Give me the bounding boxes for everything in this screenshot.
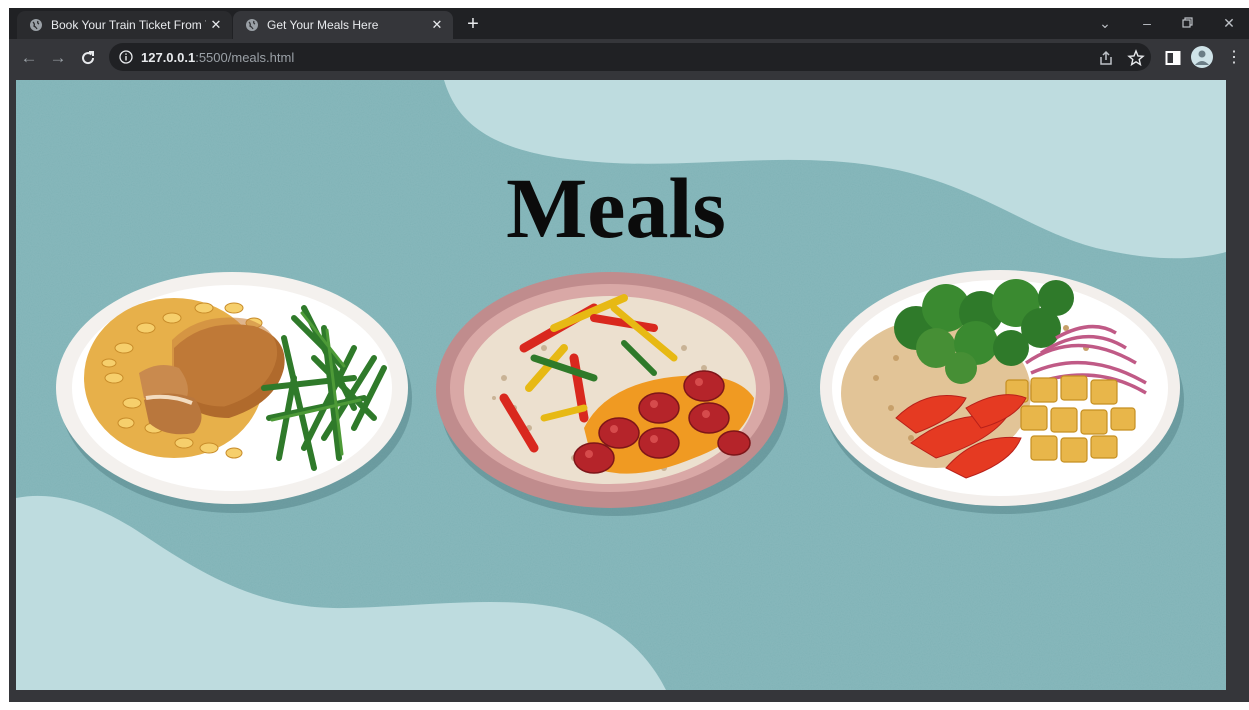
profile-avatar[interactable] — [1191, 46, 1213, 68]
meal-image-chicken-plate[interactable] — [54, 268, 414, 514]
reload-button[interactable] — [77, 47, 99, 69]
tab-strip: Book Your Train Ticket From Your ✕ Get Y… — [9, 8, 1249, 39]
tab-meals[interactable]: Get Your Meals Here ✕ — [233, 11, 453, 39]
tab-search-chevron-down-icon[interactable]: ⌄ — [1091, 12, 1119, 34]
tab-title: Get Your Meals Here — [267, 18, 379, 32]
info-icon[interactable] — [119, 50, 133, 64]
globe-icon — [30, 19, 42, 31]
browser-window: Book Your Train Ticket From Your ✕ Get Y… — [9, 8, 1249, 702]
page-viewport: Meals — [16, 80, 1226, 690]
forward-button[interactable]: → — [47, 47, 69, 69]
browser-toolbar: ← → 127.0.0.1:5500/meals.html ⋮ — [9, 39, 1249, 77]
minimize-icon[interactable]: – — [1133, 12, 1161, 34]
star-icon[interactable] — [1127, 49, 1145, 67]
share-icon[interactable] — [1097, 49, 1115, 67]
url-host: 127.0.0.1 — [141, 49, 196, 65]
meal-image-sausage-plate[interactable] — [434, 268, 790, 516]
globe-icon — [246, 19, 258, 31]
address-bar[interactable]: 127.0.0.1:5500/meals.html — [109, 43, 1151, 71]
kebab-menu-icon[interactable]: ⋮ — [1223, 47, 1245, 69]
close-tab-icon[interactable]: ✕ — [427, 17, 447, 33]
tab-title: Book Your Train Ticket From Your — [51, 18, 206, 32]
restore-icon[interactable] — [1174, 12, 1202, 34]
meal-image-tofu-plate[interactable] — [816, 268, 1186, 516]
side-panel-icon[interactable] — [1164, 49, 1182, 67]
back-button[interactable]: ← — [18, 47, 40, 69]
close-tab-icon[interactable]: ✕ — [206, 17, 226, 33]
close-window-icon[interactable]: ✕ — [1215, 12, 1243, 34]
url-path: :5500/meals.html — [195, 49, 295, 65]
page-title: Meals — [506, 160, 726, 256]
url-text: 127.0.0.1:5500/meals.html — [141, 50, 294, 65]
new-tab-button[interactable]: + — [461, 13, 485, 37]
tab-train-ticket[interactable]: Book Your Train Ticket From Your ✕ — [17, 11, 232, 39]
